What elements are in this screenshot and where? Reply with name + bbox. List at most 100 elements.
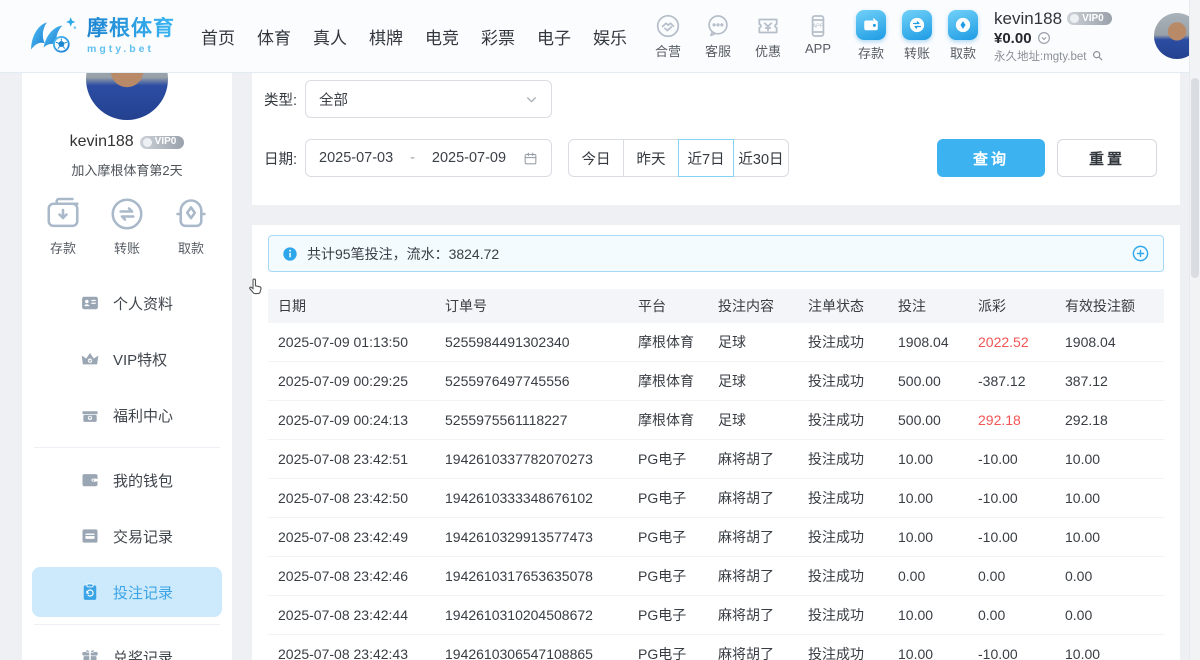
cell-valid-bet: 10.00 [1065,529,1164,545]
date-label: 日期: [264,148,305,169]
cell-valid-bet: 0.00 [1065,607,1164,623]
range-button-3[interactable]: 近7日 [678,139,734,177]
sidebar-item-prize[interactable]: 兑奖记录 [22,629,232,660]
quick-link-handshake[interactable]: 合营 [648,13,688,60]
cell-bet-amount: 0.00 [898,568,978,584]
quick-link-service[interactable]: 客服 [698,13,738,60]
quick-link-app[interactable]: APPAPP [798,13,838,60]
wallet-action-label: 取款 [950,43,976,62]
prize-icon [80,647,100,660]
range-button-4[interactable]: 近30日 [733,139,789,177]
withdraw-outline-icon [172,195,210,233]
username[interactable]: kevin188 [994,9,1062,29]
main-nav: 首页体育真人棋牌电竞彩票电子娱乐 [201,24,627,49]
expand-plus-icon[interactable] [1131,244,1150,263]
sidebar-item-transactions[interactable]: 交易记录 [22,508,232,564]
date-to: 2025-07-09 [432,150,506,166]
sidebar-menu: 个人资料 VIP特权福利中心我的钱包交易记录投注记录兑奖记录 [22,275,232,660]
cell-order-number: 1942610310204508672 [445,607,638,623]
header-cell: 注单状态 [808,296,898,316]
service-icon [705,13,731,39]
sidebar-item-bet-records[interactable]: 投注记录 [32,567,222,617]
cell-date: 2025-07-08 23:42:46 [268,568,445,584]
wallet-action-withdraw[interactable]: 取款 [948,10,978,62]
sidebar-item-label: VIP特权 [113,349,167,370]
date-range-input[interactable]: 2025-07-03 - 2025-07-09 [305,139,552,177]
cell-bet-content: 足球 [718,371,808,391]
cell-valid-bet: 1908.04 [1065,334,1164,350]
nav-item-4[interactable]: 棋牌 [369,24,403,49]
menu-divider [34,447,220,448]
permanent-address: 永久地址:mgty.bet [994,48,1086,64]
nav-item-1[interactable]: 首页 [201,24,235,49]
cell-bet-content: 麻将胡了 [718,644,808,660]
wallet-icon [80,470,100,490]
nav-item-5[interactable]: 电竞 [425,24,459,49]
table-row: 2025-07-08 23:42:461942610317653635078PG… [268,557,1164,596]
quick-link-label: 客服 [705,41,731,60]
refresh-balance-icon[interactable] [1037,31,1051,45]
cell-order-status: 投注成功 [808,605,898,625]
cell-order-status: 投注成功 [808,527,898,547]
nav-item-2[interactable]: 体育 [257,24,291,49]
sidebar-item-profile[interactable]: 个人资料 [22,275,232,331]
vip-icon [80,349,100,369]
range-button-2[interactable]: 昨天 [623,139,679,177]
sidebar-item-welfare[interactable]: 福利中心 [22,387,232,443]
type-label: 类型: [264,89,305,110]
search-button[interactable]: 查询 [937,139,1045,177]
nav-item-6[interactable]: 彩票 [481,24,515,49]
quick-links: 合营 客服优惠APPAPP [648,13,838,60]
sidebar-item-vip[interactable]: VIP特权 [22,331,232,387]
summary-text: 共计95笔投注，流水：3824.72 [307,244,499,264]
scrollbar[interactable] [1189,0,1200,660]
promo-icon [755,13,781,39]
cell-platform: PG电子 [638,527,718,547]
cell-order-number: 5255976497745556 [445,373,638,389]
cell-payout: -10.00 [978,529,1065,545]
range-button-1[interactable]: 今日 [568,139,624,177]
nav-item-3[interactable]: 真人 [313,24,347,49]
reset-button[interactable]: 重置 [1057,139,1157,177]
cell-bet-content: 麻将胡了 [718,605,808,625]
cell-bet-amount: 10.00 [898,607,978,623]
brand-logo-icon [28,14,78,58]
sidebar-vip-badge: VIP0 [140,136,185,149]
cell-bet-content: 足球 [718,332,808,352]
sidebar-action-deposit[interactable]: 存款 [44,195,82,257]
header-cell: 日期 [268,296,445,316]
search-address-icon[interactable] [1091,49,1104,62]
nav-item-7[interactable]: 电子 [537,24,571,49]
cell-order-status: 投注成功 [808,371,898,391]
sidebar-item-label: 投注记录 [113,582,173,603]
type-select[interactable]: 全部 [305,80,552,118]
date-from: 2025-07-03 [319,150,393,166]
cell-bet-content: 麻将胡了 [718,488,808,508]
cell-order-status: 投注成功 [808,449,898,469]
cell-order-status: 投注成功 [808,488,898,508]
cell-bet-content: 足球 [718,410,808,430]
sidebar-action-label: 转账 [114,238,140,257]
brand-logo[interactable]: 摩根体育 mgty.bet [28,14,175,58]
cell-payout: 0.00 [978,607,1065,623]
nav-item-8[interactable]: 娱乐 [593,24,627,49]
scrollbar-thumb[interactable] [1191,78,1199,278]
quick-date-ranges: 今日昨天近7日近30日 [568,139,789,177]
wallet-action-transfer[interactable]: 转账 [902,10,932,62]
cell-platform: 摩根体育 [638,410,718,430]
wallet-action-deposit[interactable]: 存款 [856,10,886,62]
sidebar-action-withdraw[interactable]: 取款 [172,195,210,257]
sidebar-actions: 存款 转账 取款 [22,195,232,257]
header-cell: 平台 [638,296,718,316]
quick-link-promo[interactable]: 优惠 [748,13,788,60]
cell-payout: -10.00 [978,646,1065,660]
user-info: kevin188 VIP0 ¥0.00 永久地址:mgty.bet [994,9,1146,64]
sidebar: kevin188 VIP0 加入摩根体育第2天 存款转账取款 个人资料VIP特权… [22,72,232,660]
wallet-actions: 存款转账取款 [856,10,978,62]
cell-order-status: 投注成功 [808,410,898,430]
sidebar-action-transfer[interactable]: 转账 [108,195,146,257]
sidebar-item-wallet[interactable]: 我的钱包 [22,452,232,508]
sidebar-action-label: 存款 [50,238,76,257]
quick-link-label: 合营 [655,41,681,60]
brand-domain: mgty.bet [87,43,175,55]
